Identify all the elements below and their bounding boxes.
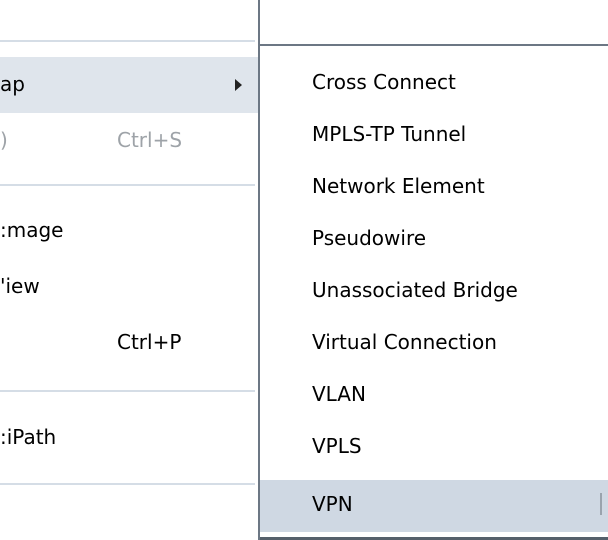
menu-item-label: :iPath [0, 425, 57, 449]
submenu-item-label: VPLS [312, 434, 362, 458]
menu-separator [0, 40, 255, 42]
menu-item-print[interactable]: Ctrl+P [0, 315, 260, 371]
submenu-arrow-icon [235, 79, 242, 91]
submenu-item-vlan[interactable]: VLAN [260, 370, 608, 422]
submenu-top-border [260, 44, 608, 46]
submenu-item-label: Network Element [312, 174, 485, 198]
menu-item-save[interactable]: ) Ctrl+S [0, 113, 260, 169]
menu-item-label: ) [0, 128, 8, 152]
menu-separator [0, 390, 255, 392]
submenu-item-virtual-connection[interactable]: Virtual Connection [260, 318, 608, 370]
submenu-item-pseudowire[interactable]: Pseudowire [260, 214, 608, 266]
menu-separator [0, 483, 255, 485]
context-menu: ap ) Ctrl+S :mage 'iew Ctrl+P :iPath [0, 0, 260, 540]
submenu-item-cross-connect[interactable]: Cross Connect [260, 58, 608, 110]
menu-item-shortcut: Ctrl+S [117, 128, 183, 152]
submenu-item-label: Cross Connect [312, 70, 456, 94]
submenu-item-label: VLAN [312, 382, 366, 406]
menu-item-label: 'iew [0, 274, 40, 298]
submenu: Cross Connect MPLS-TP Tunnel Network Ele… [260, 56, 608, 540]
menu-item-label: ap [0, 72, 25, 96]
menu-item-view[interactable]: 'iew [0, 259, 260, 315]
submenu-item-label: Virtual Connection [312, 330, 497, 354]
menu-item-map[interactable]: ap [0, 57, 260, 113]
submenu-item-network-element[interactable]: Network Element [260, 162, 608, 214]
scroll-edge-mark [600, 493, 602, 515]
submenu-item-vpn[interactable]: VPN [260, 480, 608, 532]
menu-separator [0, 184, 255, 186]
submenu-item-label: Unassociated Bridge [312, 278, 518, 302]
menu-item-shortcut: Ctrl+P [117, 330, 182, 354]
menu-item-path[interactable]: :iPath [0, 410, 260, 466]
submenu-item-label: Pseudowire [312, 226, 427, 250]
submenu-item-label: MPLS-TP Tunnel [312, 122, 467, 146]
menu-item-label: :mage [0, 218, 64, 242]
submenu-item-mpls-tp-tunnel[interactable]: MPLS-TP Tunnel [260, 110, 608, 162]
submenu-item-label: VPN [312, 492, 353, 516]
submenu-item-vpls[interactable]: VPLS [260, 422, 608, 474]
submenu-item-unassociated-bridge[interactable]: Unassociated Bridge [260, 266, 608, 318]
menu-item-image[interactable]: :mage [0, 203, 260, 259]
